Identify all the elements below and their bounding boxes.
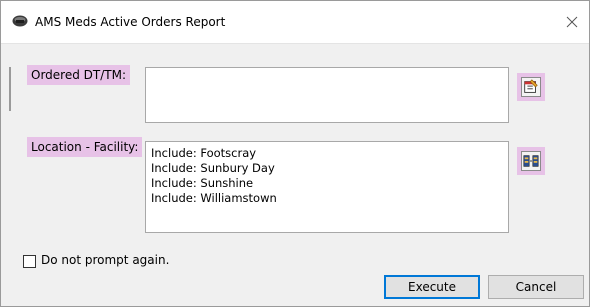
execute-button[interactable]: Execute bbox=[384, 275, 480, 299]
do-not-prompt-label: Do not prompt again. bbox=[41, 253, 170, 267]
ordered-dttm-label: Ordered DT/TM: bbox=[27, 65, 130, 85]
location-picker-button[interactable] bbox=[517, 147, 545, 175]
title-bar: AMS Meds Active Orders Report bbox=[1, 1, 589, 44]
list-item[interactable]: Include: Sunbury Day bbox=[146, 161, 508, 176]
calendar-picker-icon bbox=[521, 77, 541, 97]
location-picker-icon bbox=[521, 151, 541, 171]
list-item[interactable]: Include: Williamstown bbox=[146, 191, 508, 206]
do-not-prompt-checkbox[interactable] bbox=[23, 255, 36, 268]
window-edge-divider bbox=[9, 67, 11, 111]
location-facility-list[interactable]: Include: Footscray Include: Sunbury Day … bbox=[145, 141, 509, 233]
list-item[interactable]: Include: Sunshine bbox=[146, 176, 508, 191]
ordered-dttm-field[interactable] bbox=[145, 67, 509, 123]
ordered-dttm-picker-button[interactable] bbox=[517, 73, 545, 101]
close-icon[interactable] bbox=[561, 11, 583, 33]
window-title: AMS Meds Active Orders Report bbox=[35, 15, 226, 29]
database-icon bbox=[12, 15, 28, 27]
location-facility-label: Location - Facility: bbox=[27, 137, 143, 157]
dialog-window: AMS Meds Active Orders Report Ordered DT… bbox=[0, 0, 590, 307]
cancel-button[interactable]: Cancel bbox=[488, 275, 584, 299]
list-item[interactable]: Include: Footscray bbox=[146, 146, 508, 161]
